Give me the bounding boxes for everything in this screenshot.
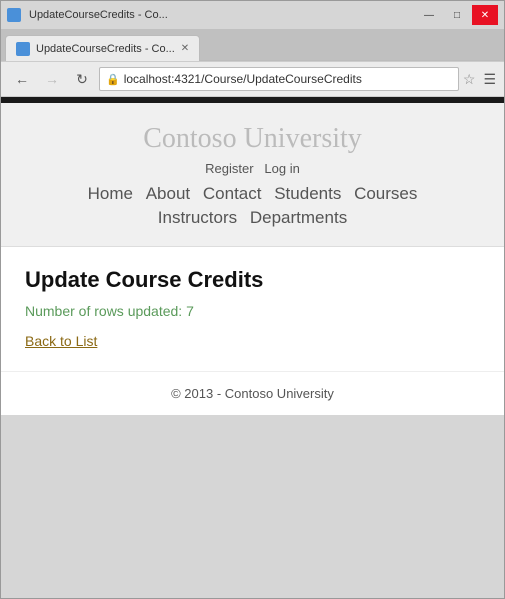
- nav-about[interactable]: About: [146, 184, 190, 203]
- back-button[interactable]: ←: [9, 66, 35, 92]
- tab-title: UpdateCourseCredits - Co...: [36, 43, 175, 55]
- nav-departments[interactable]: Departments: [250, 208, 347, 227]
- tab-spacer: [200, 35, 500, 61]
- address-text: localhost:4321/Course/UpdateCourseCredit…: [124, 72, 452, 86]
- nav-bar: ← → ↻ 🔒 localhost:4321/Course/UpdateCour…: [1, 61, 504, 97]
- minimize-button[interactable]: —: [416, 5, 442, 25]
- site-title: Contoso University: [1, 123, 504, 155]
- browser-window: UpdateCourseCredits - Co... — □ ✕ Update…: [0, 0, 505, 599]
- site-footer: © 2013 - Contoso University: [1, 371, 504, 415]
- nav-students[interactable]: Students: [274, 184, 341, 203]
- active-tab[interactable]: UpdateCourseCredits - Co... ✕: [5, 35, 200, 61]
- nav-courses[interactable]: Courses: [354, 184, 417, 203]
- nav-instructors[interactable]: Instructors: [158, 208, 237, 227]
- title-bar: UpdateCourseCredits - Co... — □ ✕ Update…: [1, 1, 504, 61]
- nav-contact[interactable]: Contact: [203, 184, 262, 203]
- nav-links-row2: Instructors Departments: [1, 208, 504, 228]
- lock-icon: 🔒: [106, 73, 120, 86]
- site-header: Contoso University Register Log in Home …: [1, 103, 504, 247]
- footer-text: © 2013 - Contoso University: [171, 386, 334, 401]
- nav-home[interactable]: Home: [88, 184, 133, 203]
- back-to-list-link[interactable]: Back to List: [25, 333, 97, 349]
- browser-favicon: [7, 8, 21, 22]
- main-content: Update Course Credits Number of rows upd…: [1, 247, 504, 371]
- site-content: Contoso University Register Log in Home …: [1, 103, 504, 415]
- auth-links: Register Log in: [1, 161, 504, 176]
- bookmark-icon[interactable]: ☆: [463, 71, 476, 88]
- nav-links-row1: Home About Contact Students Courses: [1, 184, 504, 204]
- window-title: UpdateCourseCredits - Co...: [25, 9, 412, 21]
- tab-bar: UpdateCourseCredits - Co... ✕: [1, 29, 504, 61]
- address-bar[interactable]: 🔒 localhost:4321/Course/UpdateCourseCred…: [99, 67, 459, 91]
- register-link[interactable]: Register: [205, 161, 253, 176]
- window-controls: — □ ✕: [416, 5, 498, 25]
- tab-favicon: [16, 42, 30, 56]
- back-to-list-container: Back to List: [25, 333, 480, 351]
- tab-close-icon[interactable]: ✕: [181, 43, 189, 54]
- status-text: Number of rows updated: 7: [25, 303, 480, 319]
- page-title: Update Course Credits: [25, 267, 480, 293]
- refresh-button[interactable]: ↻: [69, 66, 95, 92]
- menu-icon[interactable]: ☰: [483, 71, 496, 88]
- login-link[interactable]: Log in: [264, 161, 299, 176]
- forward-button[interactable]: →: [39, 66, 65, 92]
- close-button[interactable]: ✕: [472, 5, 498, 25]
- maximize-button[interactable]: □: [444, 5, 470, 25]
- content-wrapper: Update Course Credits Number of rows upd…: [1, 247, 504, 415]
